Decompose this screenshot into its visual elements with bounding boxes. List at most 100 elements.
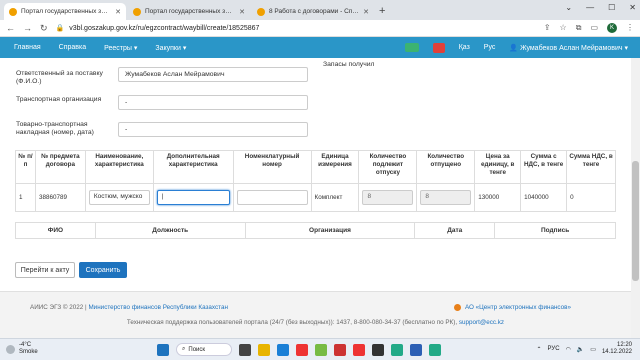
waybill-label: Товарно-транспортная накладная (номер, д… xyxy=(16,121,94,136)
col-header: № п/п xyxy=(15,150,36,184)
cell-num: 1 xyxy=(15,183,36,212)
copyright-text: АИИС ЭГЗ © 2022 | xyxy=(30,304,87,311)
close-tab-icon[interactable]: ✕ xyxy=(363,8,369,16)
col-header: Наименование, характеристика xyxy=(84,150,154,184)
wifi-icon[interactable]: ◠ xyxy=(566,346,571,353)
nav-help[interactable]: Справка xyxy=(59,44,86,51)
yandex-browser-icon[interactable] xyxy=(353,343,365,356)
items-table: № п/п № предмета договора Наименование, … xyxy=(15,150,616,212)
weather-icon xyxy=(6,344,15,354)
url-field[interactable]: 🔒 v3bl.goszakup.gov.kz/ru/egzcontract/wa… xyxy=(56,24,536,33)
chrome-icon[interactable] xyxy=(391,343,403,356)
col-header: Цена за единицу, в тенге xyxy=(474,150,522,184)
menu-icon[interactable]: ⋮ xyxy=(626,23,634,33)
close-icon[interactable]: ✕ xyxy=(629,3,636,12)
edge-icon[interactable] xyxy=(277,343,289,356)
reload-icon[interactable]: ↻ xyxy=(40,23,48,34)
taskbar-apps: ⌕ Поиск xyxy=(157,343,441,356)
nav-purchases[interactable]: Закупки ▾ xyxy=(155,44,186,52)
support-email-link[interactable]: support@ecc.kz xyxy=(459,319,504,326)
site-navbar: Главная Справка Реестры ▾ Закупки ▾ Қаз … xyxy=(0,37,640,58)
lang-kz[interactable]: Қаз xyxy=(459,44,470,51)
app-icon[interactable] xyxy=(315,343,327,356)
weather-widget[interactable]: -4°C Smoke xyxy=(6,342,38,356)
star-icon[interactable]: ☆ xyxy=(560,23,567,33)
cell-item-no: 38860789 xyxy=(34,183,86,212)
responsible-field[interactable]: Жумабеков Аслан Мейрамович xyxy=(118,67,308,82)
tab-label: Портал государственных закуп xyxy=(145,8,236,15)
extra-characteristic-input[interactable]: | xyxy=(156,190,230,205)
tab-label: Портал государственных закуп xyxy=(21,8,112,15)
user-name: Жумабеков Аслан Мейрамович ▾ xyxy=(520,44,628,52)
taskbar-search[interactable]: ⌕ Поиск xyxy=(176,343,232,356)
name-input[interactable]: Костюм, мужско xyxy=(88,190,150,205)
col-header: Количество отпущено xyxy=(416,150,476,184)
cell-unit: Комплект xyxy=(310,183,360,212)
col-header: Номенклатурный номер xyxy=(232,150,312,184)
nomenclature-input[interactable] xyxy=(236,190,308,205)
notifications-icon[interactable] xyxy=(432,42,445,53)
waybill-field[interactable]: - xyxy=(118,122,308,137)
file-explorer-icon[interactable] xyxy=(258,343,270,356)
go-to-act-button[interactable]: Перейти к акту xyxy=(15,262,75,278)
browser-tab-strip: Портал государственных закуп ✕ Портал го… xyxy=(0,0,640,20)
scrollbar-thumb[interactable] xyxy=(632,161,639,281)
lang-ru[interactable]: Рус xyxy=(484,44,496,51)
efc-logo-icon xyxy=(453,304,461,311)
qty-to-release-field: 8 xyxy=(362,190,414,205)
window-controls: ⌄ — ☐ ✕ xyxy=(565,3,636,12)
messages-icon[interactable] xyxy=(404,43,419,52)
save-button[interactable]: Сохранить xyxy=(79,262,127,278)
page-scrollbar[interactable] xyxy=(631,58,640,338)
tray-lang[interactable]: РУС xyxy=(548,346,560,352)
word-icon[interactable] xyxy=(410,343,422,356)
col-header: Должность xyxy=(94,222,246,239)
nav-registries[interactable]: Реестры ▾ xyxy=(104,44,137,52)
cell-vat: 0 xyxy=(566,183,616,212)
browser-tab[interactable]: 8 Работа с договорами - Справ ✕ xyxy=(252,3,374,20)
browser-tab[interactable]: Портал государственных закуп ✕ xyxy=(128,3,250,20)
browser-tab[interactable]: Портал государственных закуп ✕ xyxy=(4,3,126,20)
app-icon[interactable] xyxy=(372,343,384,356)
sig-header-row: ФИО Должность Организация Дата Подпись xyxy=(15,222,616,239)
chevron-down-icon[interactable]: ⌄ xyxy=(565,3,572,12)
col-header: Количество подлежит отпуску xyxy=(358,150,418,184)
system-tray: ⌃ РУС ◠ 🔈 ▭ 12:20 14.12.2022 xyxy=(537,342,632,356)
start-icon[interactable] xyxy=(157,343,169,356)
app-icon[interactable] xyxy=(429,343,441,356)
profile-avatar[interactable]: K xyxy=(607,23,617,33)
user-menu[interactable]: 👤 Жумабеков Аслан Мейрамович ▾ xyxy=(509,44,628,52)
back-icon[interactable]: ← xyxy=(6,23,15,33)
minimize-icon[interactable]: — xyxy=(586,3,594,12)
search-icon: ⌕ xyxy=(182,346,186,352)
url-text: v3bl.goszakup.gov.kz/ru/egzcontract/wayb… xyxy=(69,24,260,32)
nav-home[interactable]: Главная xyxy=(14,44,41,51)
forward-icon[interactable]: → xyxy=(23,23,32,33)
weather-desc: Smoke xyxy=(19,349,38,355)
col-header: Единица измерения xyxy=(310,150,360,184)
site-footer: АИИС ЭГЗ © 2022 | Министерство финансов … xyxy=(0,291,631,338)
volume-icon[interactable]: 🔈 xyxy=(577,346,584,353)
signatures-table: ФИО Должность Организация Дата Подпись xyxy=(15,222,616,239)
site-favicon-icon xyxy=(9,7,17,16)
battery-icon[interactable]: ▭ xyxy=(590,346,596,353)
chevron-up-icon[interactable]: ⌃ xyxy=(537,346,542,353)
transport-org-field[interactable]: - xyxy=(118,95,308,110)
close-tab-icon[interactable]: ✕ xyxy=(239,8,245,16)
yandex-icon[interactable] xyxy=(296,343,308,356)
opera-icon[interactable] xyxy=(334,343,346,356)
clock[interactable]: 12:20 14.12.2022 xyxy=(602,342,632,356)
extensions-icon[interactable]: ⧉ xyxy=(576,23,582,33)
share-icon[interactable]: ⇪ xyxy=(544,23,551,33)
center-link[interactable]: АО «Центр электронных финансов» xyxy=(465,304,571,311)
qty-released-field: 8 xyxy=(420,190,472,205)
site-favicon-icon xyxy=(257,7,265,16)
close-tab-icon[interactable]: ✕ xyxy=(115,8,121,16)
ministry-link[interactable]: Министерство финансов Республики Казахст… xyxy=(88,304,228,311)
footer-center[interactable]: АО «Центр электронных финансов» xyxy=(453,304,571,311)
maximize-icon[interactable]: ☐ xyxy=(608,3,615,12)
task-view-icon[interactable] xyxy=(239,343,251,356)
new-tab-icon[interactable]: + xyxy=(379,5,385,17)
sidepanel-icon[interactable]: ▭ xyxy=(590,23,598,33)
cell-sum-vat: 1040000 xyxy=(520,183,568,212)
